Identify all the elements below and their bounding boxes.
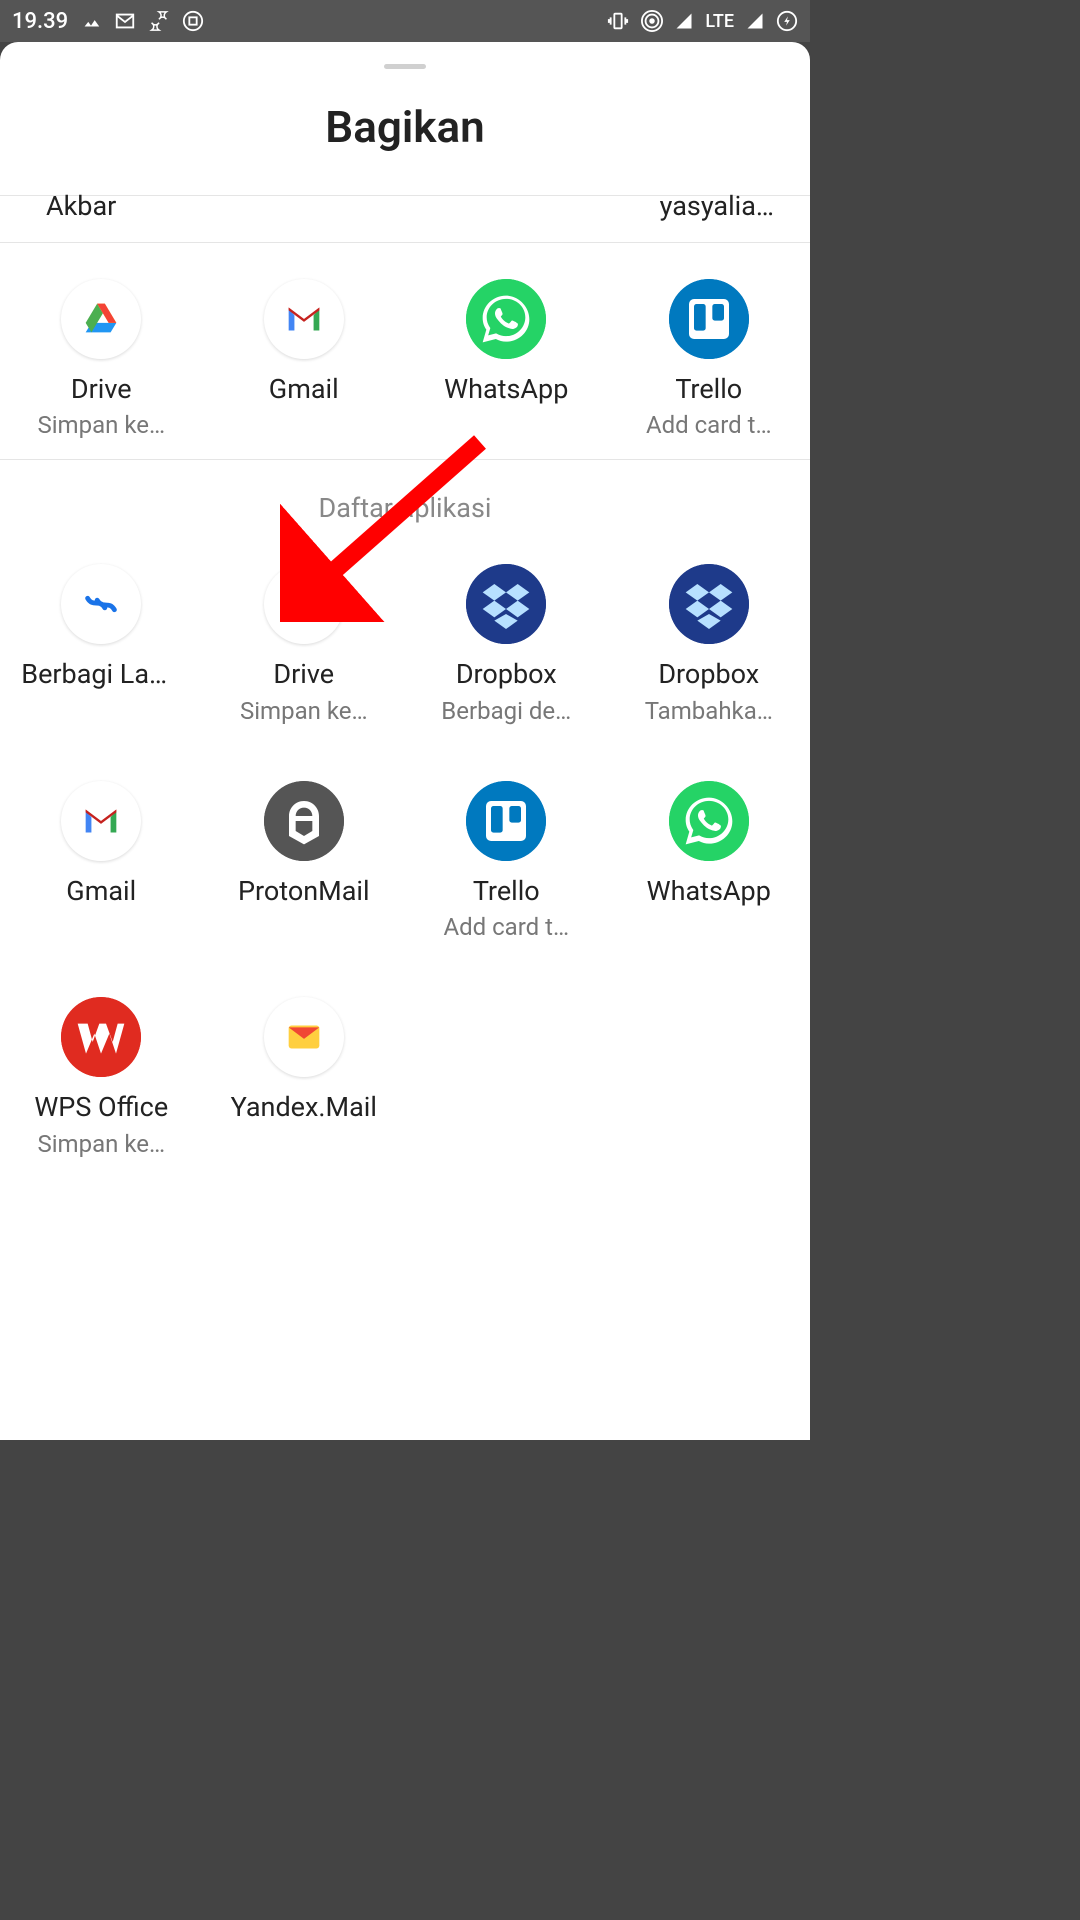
hotspot-icon xyxy=(641,10,663,32)
share-target-sublabel: Add card t… xyxy=(426,913,586,941)
share-target-sublabel: Simpan ke… xyxy=(21,1130,181,1158)
share-target-label: WPS Office xyxy=(21,1091,181,1123)
trello-icon xyxy=(669,279,749,359)
share-target-whatsapp[interactable]: WhatsApp xyxy=(405,279,608,439)
app-row: Gmail ProtonMail Trello Add card t… WhatsApp xyxy=(0,745,810,961)
dropbox-icon xyxy=(669,564,749,644)
gmail-icon xyxy=(61,781,141,861)
contact-name-right[interactable]: yasyalia… xyxy=(660,190,774,222)
gmail-icon xyxy=(264,279,344,359)
status-bar: 19.39 LTE xyxy=(0,0,810,42)
battery-icon xyxy=(776,10,798,32)
share-target-trello[interactable]: Trello Add card t… xyxy=(608,279,811,439)
share-target-label: WhatsApp xyxy=(629,875,789,907)
share-target-label: WhatsApp xyxy=(426,373,586,405)
share-target-sublabel: Simpan ke… xyxy=(21,411,181,439)
section-title: Daftar aplikasi xyxy=(0,492,810,524)
share-target-label: Gmail xyxy=(21,875,181,907)
sheet-title: Bagikan xyxy=(0,101,810,153)
share-target-label: Drive xyxy=(224,658,384,690)
screenshot-icon xyxy=(182,10,204,32)
share-target-trello[interactable]: Trello Add card t… xyxy=(405,781,608,941)
share-target-nearby[interactable]: Berbagi Langsung xyxy=(0,564,203,724)
share-target-sublabel: Berbagi de… xyxy=(426,697,586,725)
app-list-grid: Berbagi Langsung Drive Simpan ke… Dropbox Be… xyxy=(0,528,810,1177)
share-target-sublabel: Tambahka… xyxy=(629,697,789,725)
suggested-apps-row: Drive Simpan ke… Gmail WhatsApp Trello Add ca… xyxy=(0,243,810,459)
status-time: 19.39 xyxy=(12,9,68,34)
whatsapp-icon xyxy=(669,781,749,861)
share-target-drive[interactable]: Drive Simpan ke… xyxy=(203,564,406,724)
share-target-label: ProtonMail xyxy=(224,875,384,907)
share-target-gmail[interactable]: Gmail xyxy=(203,279,406,439)
contacts-row-partial: Akbar yasyalia… xyxy=(0,195,810,243)
share-target-label: Trello xyxy=(426,875,586,907)
share-target-sublabel: Simpan ke… xyxy=(224,697,384,725)
mail-icon xyxy=(114,10,136,32)
drive-icon xyxy=(61,279,141,359)
app-row: Berbagi Langsung Drive Simpan ke… Dropbox Be… xyxy=(0,528,810,744)
nearby-icon xyxy=(61,564,141,644)
proton-icon xyxy=(264,781,344,861)
trello-icon xyxy=(466,781,546,861)
whatsapp-icon xyxy=(466,279,546,359)
share-target-label: Yandex.Mail xyxy=(224,1091,384,1123)
share-target-wps[interactable]: WPS Office Simpan ke… xyxy=(0,997,203,1157)
share-target-dropbox[interactable]: Dropbox Tambahka… xyxy=(608,564,811,724)
share-target-dropbox[interactable]: Dropbox Berbagi de… xyxy=(405,564,608,724)
drive-icon xyxy=(264,564,344,644)
divider xyxy=(0,459,810,460)
app-row: WPS Office Simpan ke… Yandex.Mail xyxy=(0,961,810,1177)
signal-icon xyxy=(675,12,693,30)
yandex-icon xyxy=(264,997,344,1077)
share-target-yandex[interactable]: Yandex.Mail xyxy=(203,997,406,1157)
pinwheel-icon xyxy=(148,10,170,32)
share-target-label: Dropbox xyxy=(426,658,586,690)
share-target-sublabel: Add card t… xyxy=(629,411,789,439)
contact-name-left[interactable]: Akbar xyxy=(46,190,116,222)
share-target-drive[interactable]: Drive Simpan ke… xyxy=(0,279,203,439)
share-target-label: Berbagi Langsung xyxy=(21,658,181,690)
share-target-label: Dropbox xyxy=(629,658,789,690)
wps-icon xyxy=(61,997,141,1077)
drag-handle[interactable] xyxy=(384,64,426,69)
dropbox-icon xyxy=(466,564,546,644)
share-target-whatsapp[interactable]: WhatsApp xyxy=(608,781,811,941)
share-target-label: Gmail xyxy=(224,373,384,405)
signal-icon-2 xyxy=(746,12,764,30)
share-target-label: Drive xyxy=(21,373,181,405)
photos-icon xyxy=(80,10,102,32)
network-label: LTE xyxy=(705,11,734,32)
vibrate-icon xyxy=(607,10,629,32)
share-sheet: Bagikan Akbar yasyalia… Drive Simpan ke… G… xyxy=(0,42,810,1440)
share-target-proton[interactable]: ProtonMail xyxy=(203,781,406,941)
share-target-label: Trello xyxy=(629,373,789,405)
share-target-gmail[interactable]: Gmail xyxy=(0,781,203,941)
